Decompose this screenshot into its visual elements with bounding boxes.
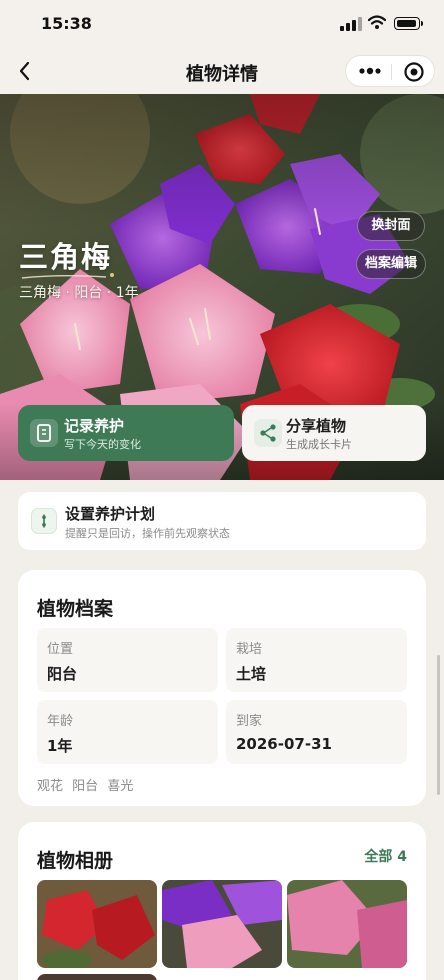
battery-icon	[394, 17, 423, 30]
capsule-divider	[391, 64, 392, 80]
plant-album-card: 植物相册 全部 4	[18, 822, 426, 980]
change-cover-button[interactable]: 换封面	[357, 211, 425, 241]
album-photo[interactable]	[162, 880, 282, 968]
care-plan-card[interactable]: 设置养护计划 提醒只是回访，操作前先观察状态	[18, 492, 426, 550]
album-title: 植物相册	[37, 850, 114, 872]
target-icon[interactable]	[403, 61, 425, 83]
tag: 喜光	[107, 779, 134, 794]
nav-bar: 植物详情	[0, 48, 444, 94]
share-icon	[254, 419, 282, 447]
edit-profile-button[interactable]: 档案编辑	[356, 249, 426, 279]
archive-field-location: 位置 阳台	[37, 628, 218, 692]
album-photo[interactable]	[37, 974, 157, 980]
field-label: 年龄	[47, 714, 74, 729]
album-photo[interactable]	[287, 880, 407, 968]
field-value: 2026-07-31	[236, 735, 332, 753]
status-bar: 15:38	[0, 0, 444, 48]
care-plan-subtitle: 提醒只是回访，操作前先观察状态	[65, 527, 230, 540]
field-value: 阳台	[47, 665, 78, 683]
scrollbar[interactable]	[437, 655, 440, 795]
name-underline-decoration	[21, 273, 114, 279]
record-care-button[interactable]: 记录养护 写下今天的变化	[18, 405, 234, 461]
album-photo[interactable]	[37, 880, 157, 968]
mini-program-capsule	[345, 55, 435, 87]
share-plant-button[interactable]: 分享植物 生成成长卡片	[242, 405, 426, 461]
field-value: 1年	[47, 737, 73, 755]
notebook-icon	[30, 419, 58, 447]
record-care-title: 记录养护	[64, 417, 125, 435]
wifi-icon	[368, 15, 386, 29]
field-label: 到家	[236, 714, 263, 729]
plan-icon	[31, 508, 57, 534]
signal-icon	[340, 17, 362, 31]
archive-field-arrival: 到家 2026-07-31	[226, 700, 407, 764]
more-dots-icon[interactable]	[358, 65, 382, 77]
field-label: 栽培	[236, 642, 263, 657]
tag: 阳台	[72, 779, 99, 794]
album-view-all-link[interactable]: 全部 4	[364, 846, 407, 866]
share-plant-subtitle: 生成成长卡片	[286, 438, 352, 451]
archive-field-age: 年龄 1年	[37, 700, 218, 764]
archive-field-cultivation: 栽培 土培	[226, 628, 407, 692]
plant-name: 三角梅	[19, 240, 113, 274]
plant-meta: 三角梅 · 阳台 · 1年	[19, 285, 139, 301]
archive-title: 植物档案	[37, 598, 114, 620]
record-care-subtitle: 写下今天的变化	[64, 438, 141, 451]
care-plan-title: 设置养护计划	[65, 505, 156, 523]
field-value: 土培	[236, 665, 267, 683]
tag: 观花	[37, 779, 64, 794]
share-plant-title: 分享植物	[286, 417, 347, 435]
tag-list: 观花 阳台 喜光	[37, 775, 138, 794]
plant-archive-card: 植物档案 位置 阳台 栽培 土培 年龄 1年 到家 2026-07-31 观花 …	[18, 570, 426, 806]
status-time: 15:38	[41, 14, 92, 33]
field-label: 位置	[47, 642, 74, 657]
